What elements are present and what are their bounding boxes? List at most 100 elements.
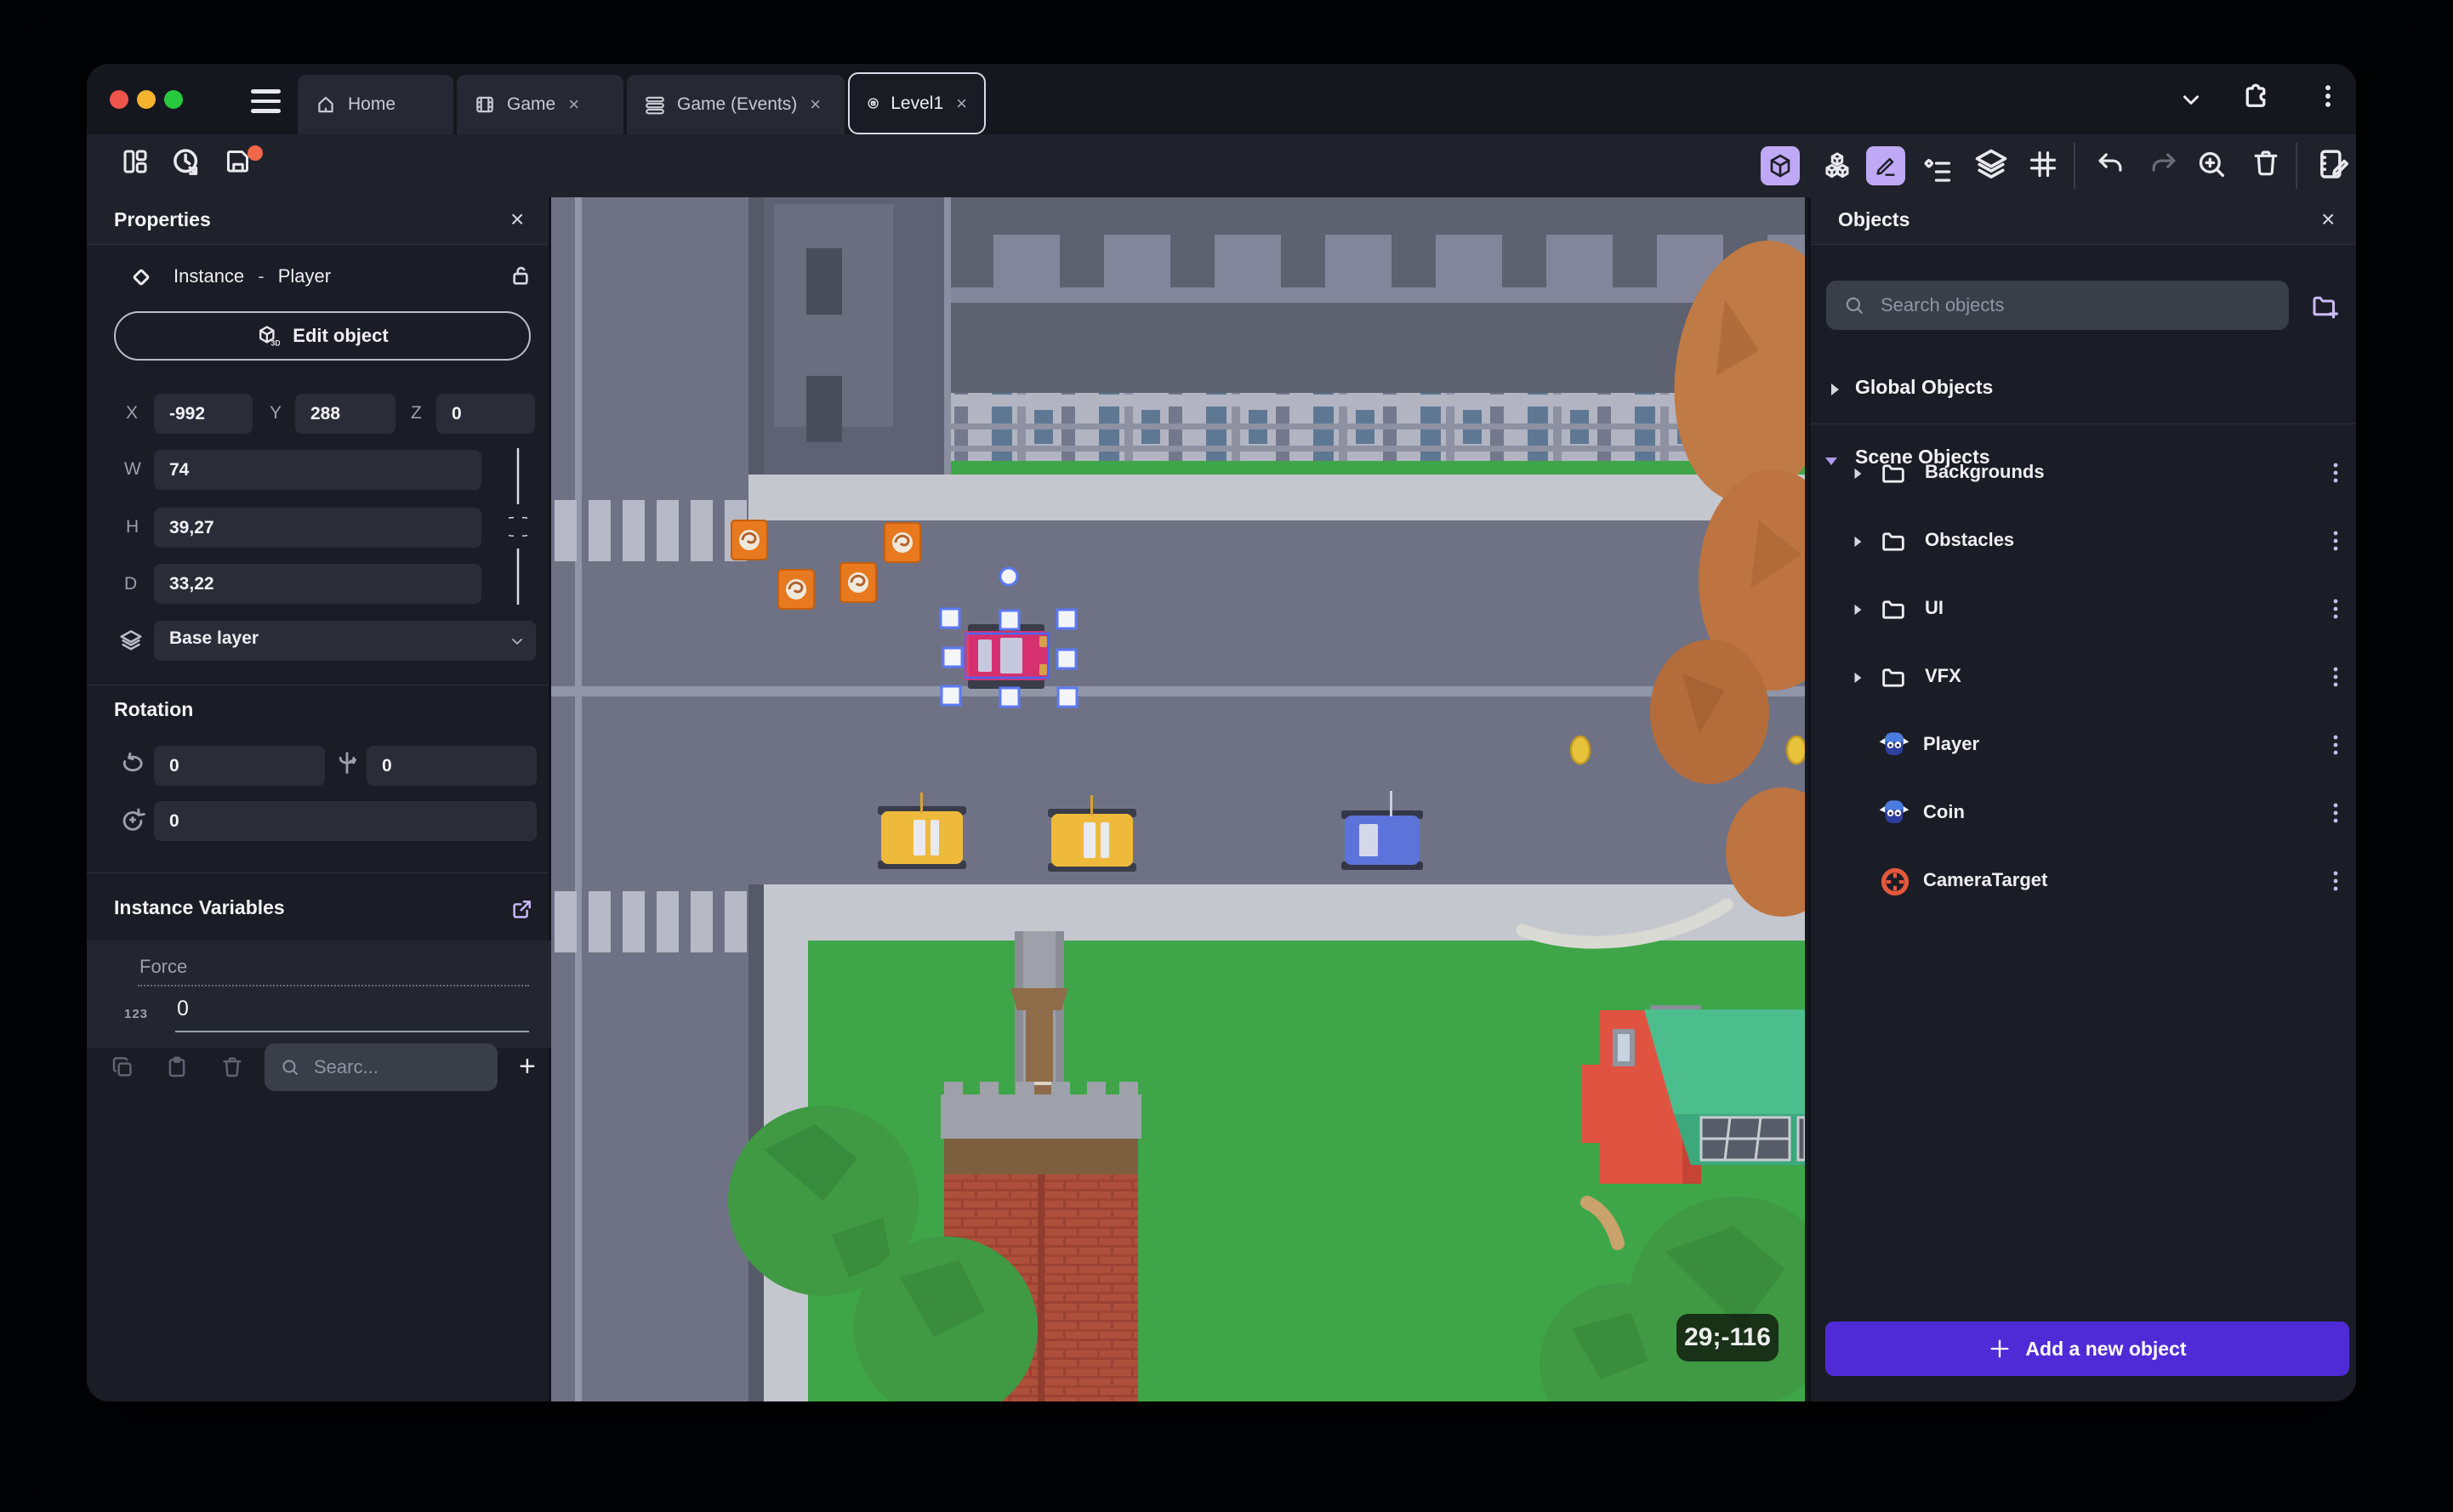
traffic-close-button[interactable] xyxy=(110,90,128,109)
z-input[interactable] xyxy=(436,394,535,434)
extensions-puzzle-icon[interactable] xyxy=(2240,81,2271,111)
tree-row-backgrounds[interactable]: Backgrounds xyxy=(1811,446,2356,500)
tab-level1[interactable]: Level1 × xyxy=(848,72,986,134)
layers-icon[interactable] xyxy=(1972,145,2010,183)
add-folder-icon[interactable] xyxy=(2309,291,2340,321)
folder-icon xyxy=(1882,532,1904,551)
folder-icon xyxy=(1882,600,1904,619)
edit-object-button[interactable]: 3D Edit object xyxy=(114,311,531,361)
grid-icon[interactable] xyxy=(2027,148,2059,180)
copy-icon[interactable] xyxy=(110,1054,135,1080)
tab-game[interactable]: Game × xyxy=(457,75,623,134)
apartment-building[interactable] xyxy=(748,197,1805,520)
depth-input[interactable] xyxy=(154,564,481,604)
search-icon xyxy=(282,1060,298,1075)
undo-icon[interactable] xyxy=(2094,148,2126,180)
edit-mode-button[interactable] xyxy=(1866,146,1905,185)
selected-player-car[interactable] xyxy=(964,624,1050,689)
rotation-y-input[interactable] xyxy=(367,746,537,786)
tab-close-icon[interactable]: × xyxy=(568,94,579,116)
objects-view-button[interactable] xyxy=(1818,146,1857,185)
y-label: Y xyxy=(270,403,282,423)
toolbar-divider xyxy=(2296,143,2297,189)
height-input[interactable] xyxy=(154,508,481,548)
add-new-object-button[interactable]: Add a new object xyxy=(1825,1322,2349,1376)
scene-properties-icon[interactable] xyxy=(2315,146,2351,182)
kebab-menu-icon[interactable] xyxy=(2315,82,2341,110)
variables-search-input[interactable] xyxy=(312,1055,498,1079)
cube-3d-icon xyxy=(1770,154,1790,178)
group-divider xyxy=(1811,423,2356,424)
objects-title: Objects xyxy=(1838,208,1910,230)
variable-value[interactable]: 0 xyxy=(177,997,189,1021)
group-global-objects[interactable]: Global Objects xyxy=(1811,367,2356,412)
zoom-in-icon[interactable] xyxy=(2194,147,2228,181)
row-kebab-icon[interactable] xyxy=(2331,461,2340,486)
trash-icon[interactable] xyxy=(2250,147,2282,179)
row-kebab-icon[interactable] xyxy=(2331,665,2340,691)
tree-row-coin[interactable]: Coin xyxy=(1811,786,2356,840)
hamburger-menu-icon[interactable] xyxy=(251,89,281,113)
x-input[interactable] xyxy=(154,394,253,434)
chevron-right-icon xyxy=(1854,468,1862,480)
camera-target-icon xyxy=(1881,867,1909,896)
tab-close-icon[interactable]: × xyxy=(956,93,967,115)
scene-render xyxy=(551,197,1848,1401)
objects-search[interactable] xyxy=(1826,281,2289,330)
objects-search-input[interactable] xyxy=(1879,293,2289,317)
road-lane-line-horizontal xyxy=(551,686,1805,696)
rotation-z-input[interactable] xyxy=(154,801,537,841)
unlock-icon[interactable] xyxy=(507,262,534,289)
house[interactable] xyxy=(1582,1005,1807,1184)
home-icon xyxy=(318,96,333,113)
monkey-sprite-icon xyxy=(1879,800,1909,823)
tab-close-icon[interactable]: × xyxy=(810,94,821,116)
stacked-cubes-icon xyxy=(1825,152,1849,178)
width-input[interactable] xyxy=(154,450,481,490)
tree-row-vfx[interactable]: VFX xyxy=(1811,650,2356,704)
delete-variable-icon[interactable] xyxy=(219,1054,245,1080)
traffic-minimize-button[interactable] xyxy=(137,90,156,109)
version-history-icon[interactable] xyxy=(168,145,204,180)
close-panel-icon[interactable]: × xyxy=(510,206,524,233)
tree-row-label: Coin xyxy=(1923,801,1965,822)
tree-row-label: Obstacles xyxy=(1925,529,2015,550)
variables-search[interactable] xyxy=(265,1043,498,1091)
traffic-zoom-button[interactable] xyxy=(164,90,183,109)
folder-icon xyxy=(1882,464,1904,483)
close-panel-icon[interactable]: × xyxy=(2321,206,2335,233)
layout-panels-icon[interactable] xyxy=(120,146,151,177)
tree-row-obstacles[interactable]: Obstacles xyxy=(1811,514,2356,568)
tree-row-cameratarget[interactable]: CameraTarget xyxy=(1811,854,2356,908)
tree-row-ui[interactable]: UI xyxy=(1811,582,2356,636)
tree-row-label: Player xyxy=(1923,733,1980,754)
add-new-object-label: Add a new object xyxy=(2025,1337,2187,1360)
add-variable-icon[interactable]: + xyxy=(519,1050,536,1083)
tree-row-player[interactable]: Player xyxy=(1811,718,2356,772)
row-kebab-icon[interactable] xyxy=(2331,801,2340,827)
redo-icon[interactable] xyxy=(2148,148,2180,180)
tree-row-label: CameraTarget xyxy=(1923,869,2048,890)
tab-game-events[interactable]: Game (Events) × xyxy=(627,75,845,134)
chevron-down-icon[interactable] xyxy=(2178,87,2204,112)
tab-home[interactable]: Home xyxy=(298,75,453,134)
rotation-handle[interactable] xyxy=(999,566,1019,587)
row-kebab-icon[interactable] xyxy=(2331,733,2340,759)
open-variables-external-icon[interactable] xyxy=(509,896,535,922)
unsaved-changes-indicator xyxy=(248,145,263,161)
row-kebab-icon[interactable] xyxy=(2331,529,2340,554)
chevron-right-icon xyxy=(1854,604,1862,616)
layer-select-value: Base layer xyxy=(169,628,259,648)
scene-canvas[interactable]: 29;-116 xyxy=(551,197,1848,1401)
rotation-x-input[interactable] xyxy=(154,746,325,786)
d-label: D xyxy=(124,574,138,594)
toggle-3d-view-button[interactable] xyxy=(1761,146,1800,185)
edit-object-cube-icon: 3D xyxy=(259,326,280,348)
paste-icon[interactable] xyxy=(164,1054,190,1080)
row-kebab-icon[interactable] xyxy=(2331,597,2340,622)
layer-select[interactable]: Base layer xyxy=(154,621,536,661)
instances-list-icon[interactable] xyxy=(1921,155,1955,189)
lock-proportions-icon[interactable] xyxy=(509,448,527,605)
row-kebab-icon[interactable] xyxy=(2331,869,2340,895)
y-input[interactable] xyxy=(295,394,396,434)
